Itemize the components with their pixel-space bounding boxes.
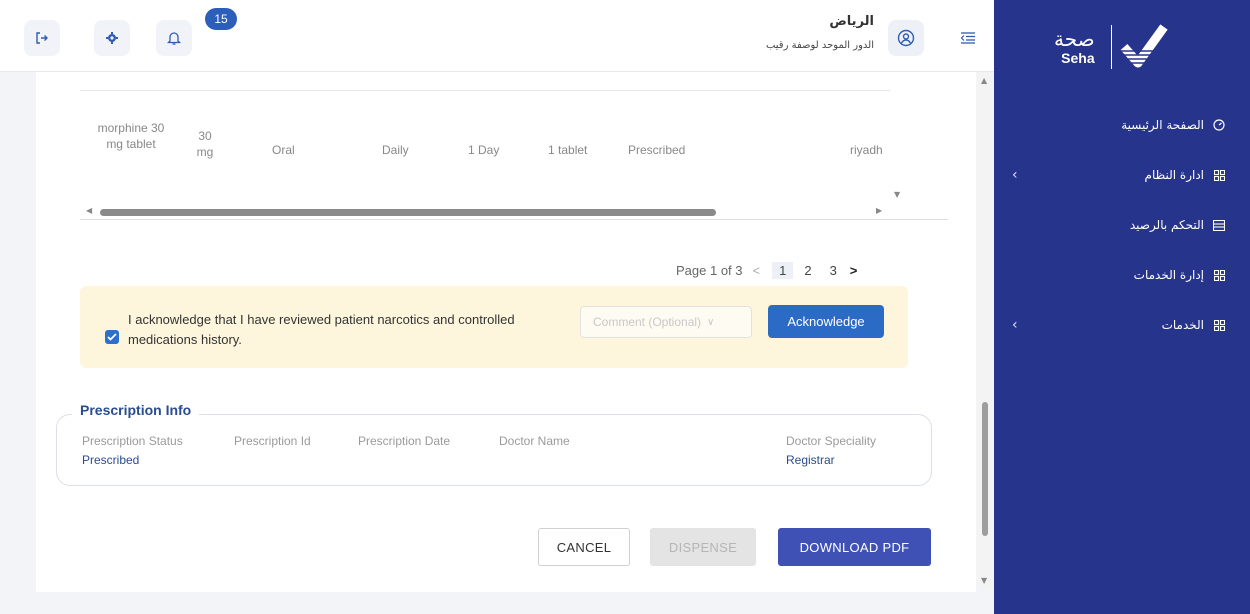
top-header: 15 الرياض الدور الموحد لوصفة رقيب bbox=[0, 0, 994, 72]
page-scrollbar[interactable]: ▲ ▼ bbox=[978, 72, 992, 590]
download-pdf-button[interactable]: DOWNLOAD PDF bbox=[778, 528, 931, 566]
logo-english: Seha bbox=[1061, 50, 1095, 66]
seha-logo: صحة Seha bbox=[1054, 16, 1184, 78]
sidebar-item-services[interactable]: ‹ الخدمات bbox=[994, 300, 1250, 350]
prescription-date-label: Prescription Date bbox=[358, 434, 451, 448]
page-1-button[interactable]: 1 bbox=[772, 261, 794, 279]
cell-location: riyadh bbox=[850, 143, 883, 157]
comment-placeholder: Comment (Optional) bbox=[593, 315, 702, 329]
doctor-name-label: Doctor Name bbox=[499, 434, 570, 448]
sidebar-item-label: الخدمات bbox=[1161, 318, 1204, 332]
grid-icon bbox=[1212, 268, 1226, 282]
user-role: الدور الموحد لوصفة رقيب bbox=[765, 40, 874, 51]
cell-route: Oral bbox=[272, 143, 295, 157]
page-summary: Page 1 of 3 bbox=[676, 262, 743, 278]
page-2-button[interactable]: 2 bbox=[804, 263, 811, 278]
user-city: الرياض bbox=[829, 14, 874, 29]
logout-button[interactable] bbox=[24, 20, 60, 56]
prescription-id-label: Prescription Id bbox=[234, 434, 311, 448]
scroll-up-arrow[interactable]: ▲ bbox=[981, 76, 987, 85]
user-icon bbox=[897, 29, 915, 47]
acknowledge-button[interactable]: Acknowledge bbox=[768, 305, 884, 338]
prescription-status-value: Prescribed bbox=[82, 453, 140, 467]
grid-icon bbox=[1212, 318, 1226, 332]
sidebar-item-label: التحكم بالرصيد bbox=[1129, 218, 1204, 232]
scroll-left-arrow[interactable]: ◀ bbox=[86, 206, 92, 215]
prescription-info-box bbox=[56, 414, 932, 486]
sidebar-item-label: الصفحة الرئيسية bbox=[1121, 118, 1204, 132]
sidebar: صحة Seha الصفحة الرئيسية ‹ ادارة النظام … bbox=[994, 0, 1250, 614]
cell-quantity: 1 tablet bbox=[548, 143, 588, 157]
logo-arabic: صحة bbox=[1054, 27, 1095, 51]
table-divider bbox=[80, 90, 890, 91]
doctor-speciality-value: Registrar bbox=[786, 453, 835, 467]
dispense-button[interactable]: DISPENSE bbox=[650, 528, 756, 566]
user-profile-button[interactable] bbox=[888, 20, 924, 56]
acknowledge-panel: I acknowledge that I have reviewed patie… bbox=[80, 286, 908, 368]
cell-status: Prescribed bbox=[628, 143, 686, 157]
sidebar-item-label: ادارة النظام bbox=[1144, 168, 1204, 182]
pagination: Page 1 of 3 < 1 2 3 > bbox=[676, 260, 861, 280]
sidebar-item-system-management[interactable]: ‹ ادارة النظام bbox=[994, 150, 1250, 200]
comment-select[interactable]: Comment (Optional) ∨ bbox=[580, 306, 752, 338]
notifications-button[interactable] bbox=[156, 20, 192, 56]
logo-divider bbox=[1110, 25, 1112, 69]
sidebar-item-services-management[interactable]: إدارة الخدمات bbox=[994, 250, 1250, 300]
bell-icon bbox=[166, 32, 182, 45]
sidebar-item-label: إدارة الخدمات bbox=[1133, 268, 1204, 282]
sidebar-nav: الصفحة الرئيسية ‹ ادارة النظام التحكم با… bbox=[994, 100, 1250, 350]
cell-medicine: morphine 30 mg tablet bbox=[97, 121, 165, 151]
acknowledge-text: I acknowledge that I have reviewed patie… bbox=[128, 312, 515, 347]
main-content: morphine 30 mg tablet 30 mg Oral Daily 1… bbox=[36, 72, 976, 592]
chevron-left-icon: ‹ bbox=[1012, 167, 1018, 183]
menu-collapse-icon bbox=[961, 32, 975, 44]
next-page-button[interactable]: > bbox=[850, 263, 858, 278]
prev-page-button[interactable]: < bbox=[753, 263, 761, 278]
prescription-status-label: Prescription Status bbox=[82, 434, 183, 448]
chevron-left-icon: ‹ bbox=[1012, 317, 1018, 333]
sidebar-item-home[interactable]: الصفحة الرئيسية bbox=[994, 100, 1250, 150]
cell-dose: 30 mg bbox=[196, 129, 214, 159]
chevron-down-icon: ∨ bbox=[707, 316, 715, 328]
page-scroll-thumb[interactable] bbox=[982, 402, 988, 536]
doctor-speciality-label: Doctor Speciality bbox=[786, 434, 877, 448]
table-scroll-down-arrow[interactable]: ▼ bbox=[894, 190, 900, 199]
gear-icon bbox=[106, 32, 118, 44]
cell-duration: 1 Day bbox=[468, 143, 500, 157]
scroll-right-arrow[interactable]: ▶ bbox=[876, 206, 882, 215]
sidebar-item-balance-control[interactable]: التحكم بالرصيد bbox=[994, 200, 1250, 250]
acknowledge-checkbox[interactable] bbox=[105, 330, 119, 344]
grid-icon bbox=[1212, 168, 1226, 182]
page-3-button[interactable]: 3 bbox=[830, 263, 837, 278]
notification-count-badge: 15 bbox=[205, 8, 237, 30]
logout-icon bbox=[36, 32, 48, 44]
cell-frequency: Daily bbox=[382, 143, 409, 157]
wallet-icon bbox=[1212, 218, 1226, 232]
table-horizontal-scrollbar[interactable]: ◀ ▶ bbox=[86, 206, 890, 218]
horizontal-scroll-thumb[interactable] bbox=[100, 209, 716, 216]
cancel-button[interactable]: CANCEL bbox=[538, 528, 630, 566]
checkmark-logo-icon bbox=[1119, 24, 1168, 68]
sidebar-toggle-button[interactable] bbox=[956, 26, 980, 50]
checkmark-icon bbox=[107, 333, 117, 341]
dashboard-icon bbox=[1212, 118, 1226, 132]
settings-button[interactable] bbox=[94, 20, 130, 56]
prescription-info-title: Prescription Info bbox=[72, 402, 200, 418]
scroll-down-arrow[interactable]: ▼ bbox=[981, 576, 987, 585]
